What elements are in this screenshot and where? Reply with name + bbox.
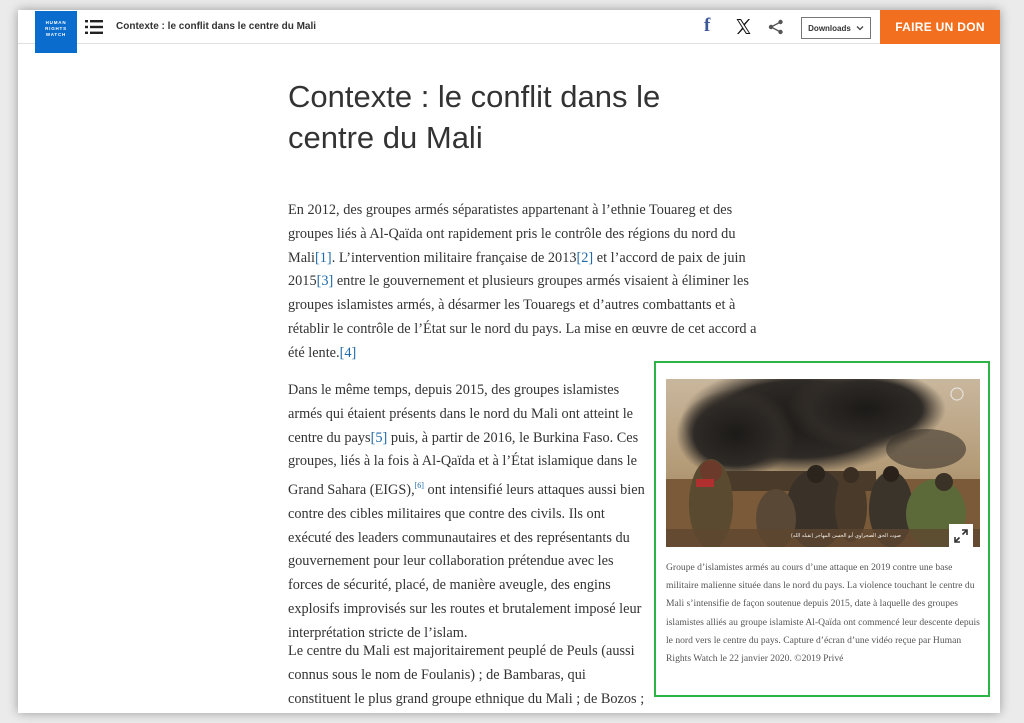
- browser-page: Contexte : le conflit dans le centre du …: [18, 10, 1000, 713]
- page-title-line-1: Contexte : le conflit dans le: [288, 79, 661, 114]
- footnote-link-4[interactable]: [4]: [340, 345, 357, 361]
- paragraph-text: ont intensifié leurs attaques aussi bien…: [288, 481, 645, 641]
- top-bar: Contexte : le conflit dans le centre du …: [18, 10, 1000, 44]
- downloads-label: Downloads: [808, 23, 851, 33]
- share-icon[interactable]: [768, 19, 784, 35]
- conflict-photo[interactable]: صوت الحق الصحراوي أبو الحسن المهاجر (تقب…: [666, 379, 980, 547]
- page-title-line-2: centre du Mali: [288, 120, 483, 155]
- paragraph-text: . L’intervention militaire française de …: [331, 249, 577, 266]
- footnote-link-2[interactable]: [2]: [577, 250, 594, 266]
- x-icon[interactable]: [735, 18, 752, 35]
- photo-caption: Groupe d’islamistes armés au cours d’une…: [666, 562, 980, 665]
- footnote-link-3[interactable]: [3]: [317, 273, 334, 289]
- hrw-logo[interactable]: HUMAN RIGHTS WATCH: [35, 11, 77, 53]
- menu-icon[interactable]: [85, 20, 103, 34]
- photo-overlay-text: صوت الحق الصحراوي أبو الحسن المهاجر (تقب…: [791, 532, 901, 539]
- photo-figure: صوت الحق الصحراوي أبو الحسن المهاجر (تقب…: [654, 361, 990, 697]
- donate-button[interactable]: FAIRE UN DON: [880, 10, 1000, 44]
- topbar-title: Contexte : le conflit dans le centre du …: [116, 21, 317, 32]
- page-title: Contexte : le conflit dans le centre du …: [288, 76, 728, 158]
- paragraph-2: Dans le même temps, depuis 2015, des gro…: [288, 379, 648, 646]
- footnote-link-6[interactable]: [6]: [415, 481, 424, 490]
- paragraph-text: entre le gouvernement et plusieurs group…: [288, 273, 757, 361]
- paragraph-3: Le centre du Mali est majoritairement pe…: [288, 643, 645, 707]
- downloads-dropdown[interactable]: Downloads: [801, 17, 871, 39]
- logo-line: WATCH: [45, 32, 67, 37]
- facebook-icon[interactable]: f: [704, 16, 710, 36]
- paragraph-1: En 2012, des groupes armés séparatistes …: [288, 199, 758, 366]
- chevron-down-icon: [856, 24, 864, 33]
- footnote-link-5[interactable]: [5]: [371, 430, 388, 446]
- expand-icon[interactable]: [949, 524, 973, 548]
- footnote-link-1[interactable]: [1]: [315, 250, 332, 266]
